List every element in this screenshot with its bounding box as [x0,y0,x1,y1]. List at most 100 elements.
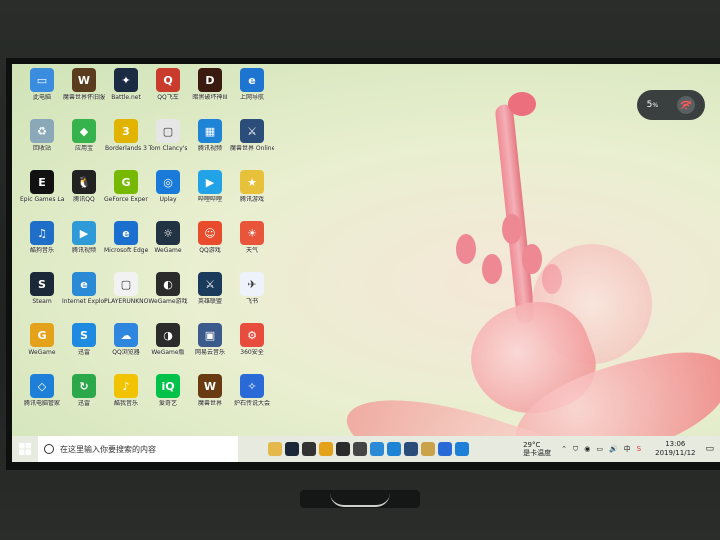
desktop-icon-label: 魔兽世界怀旧服 [62,94,105,101]
desktop-icon[interactable]: Q QQ飞车 [146,68,190,118]
tray-app-icon[interactable]: ◉ [584,445,590,453]
widget-unit: % [652,102,659,109]
desktop-icon[interactable]: ☁ QQ浏览器 [104,323,148,373]
desktop-icon[interactable]: S 迅雷 [62,323,106,373]
desktop-icon-label: Tom Clancy's [148,145,188,152]
desktop-icon[interactable]: ◆ 应用宝 [62,119,106,169]
ime-app-icon[interactable]: S [637,445,641,453]
desktop-icon[interactable]: e Microsoft Edge [104,221,148,271]
steam-icon[interactable] [285,442,299,456]
browser-icon[interactable] [387,442,401,456]
clock[interactable]: 13:06 2019/11/12 [655,440,695,458]
desktop-icon-label: 网易云音乐 [194,349,225,356]
windows-start-button[interactable] [12,436,38,462]
desktop-icon[interactable]: ★ 腾讯游戏 [230,170,274,220]
desktop-icon[interactable]: ☀ 天气 [230,221,274,271]
app-icon: ☺ [198,221,222,245]
desktop-icon[interactable]: iQ 爱奇艺 [146,374,190,424]
desktop-icon[interactable]: W 魔兽世界怀旧服 [62,68,106,118]
rog-logo-icon [330,493,390,507]
desktop-icon[interactable]: ▶ 哔哩哔哩 [188,170,232,220]
desktop-icon[interactable]: ☺ QQ游戏 [188,221,232,271]
desktop-icon[interactable]: ▢ PLAYERUNKNOWN'S BATTLEGROUNDS [104,272,148,322]
app-icon: ↻ [72,374,96,398]
app-icon: ◎ [156,170,180,194]
app-icon: ⚔ [198,272,222,296]
desktop-icon-label: 应用宝 [74,145,93,152]
app-icon: ⚔ [240,119,264,143]
desktop-icon[interactable]: e 上网导航 [230,68,274,118]
app-icon: e [114,221,138,245]
desktop-icon[interactable]: ▭ 此电脑 [20,68,64,118]
game-icon[interactable] [404,442,418,456]
desktop-icon[interactable]: ✦ Battle.net [104,68,148,118]
weather-desc: 是卡温度 [523,449,552,457]
taskbar-search-box[interactable]: 在这里输入你要搜索的内容 [38,436,238,462]
desktop-icon-label: 炉石传说大会 [233,400,270,407]
desktop-icon[interactable]: ▣ 网易云音乐 [188,323,232,373]
network-icon[interactable]: ▭ [596,445,603,453]
desktop-icon[interactable]: ♫ 酷狗音乐 [20,221,64,271]
desktop-icon[interactable]: ▢ Tom Clancy's [146,119,190,169]
desktop-icon[interactable]: 🐧 腾讯QQ [62,170,106,220]
desktop-icon-label: 哔哩哔哩 [197,196,222,203]
wallpaper-stamen [456,234,476,264]
desktop-icon[interactable]: ◇ 腾讯电脑管家 [20,374,64,424]
desktop-icon[interactable]: W 魔兽世界 [188,374,232,424]
desktop-icon[interactable]: ◎ Uplay [146,170,190,220]
desktop-icon-label: WeGame游戏 [148,298,188,305]
desktop-icon-label: Borderlands 3 [105,145,147,152]
desktop-icon[interactable]: ⚔ 魔兽世界 Online [230,119,274,169]
desktop-icon[interactable]: ⚙ 360安全 [230,323,274,373]
desktop-icon[interactable]: ♪ 酷我音乐 [104,374,148,424]
desktop-icon-label: QQ浏览器 [112,349,140,356]
desktop-icon[interactable]: D 暗黑破坏神III [188,68,232,118]
shield-icon[interactable]: ⛉ [573,445,578,454]
desktop-icon[interactable]: G GeForce Experience [104,170,148,220]
desktop-icon[interactable]: ▦ 腾讯视频 [188,119,232,169]
desktop-icon[interactable]: S Steam [20,272,64,322]
app-icon: G [114,170,138,194]
game-icon[interactable] [438,442,452,456]
browser-icon[interactable] [455,442,469,456]
desktop-icon[interactable]: ↻ 迅雷 [62,374,106,424]
desktop-icon[interactable]: E Epic Games Launcher [20,170,64,220]
desktop-icon[interactable]: 3 Borderlands 3 [104,119,148,169]
app-icon: D [198,68,222,92]
desktop-icon[interactable]: ☼ WeGame [146,221,190,271]
desktop-icon[interactable]: ✈ 飞书 [230,272,274,322]
tray-arrow-icon[interactable]: ⌃ [561,445,567,453]
wifi-off-icon[interactable] [677,96,696,114]
desktop-icon[interactable]: ✧ 炉石传说大会 [230,374,274,424]
desktop-icon[interactable]: ◑ WeGame版 [146,323,190,373]
desktop-icon-label: 回收站 [32,145,51,152]
desktop-icon[interactable]: G WeGame [20,323,64,373]
desktop-icon[interactable]: ◐ WeGame游戏 [146,272,190,322]
network-speed-widget[interactable]: 5% [637,90,705,120]
app-icon: e [240,68,264,92]
desktop-icon-label: 腾讯视频 [71,247,96,254]
app-icon[interactable] [336,442,350,456]
desktop-icon[interactable]: ⚔ 英雄联盟 [188,272,232,322]
volume-icon[interactable]: 🔊 [609,445,618,453]
ime-indicator[interactable]: 中 [624,444,631,454]
file-explorer-icon[interactable] [268,442,282,456]
app-icon: ▢ [114,272,138,296]
taskbar-pinned-apps [268,442,469,456]
notification-icon[interactable]: ▭ [705,444,714,454]
app-icon: ✈ [240,272,264,296]
app-icon: ⚙ [240,323,264,347]
desktop-icon[interactable]: e Internet Explorer [62,272,106,322]
battlenet-icon[interactable] [302,442,316,456]
game-icon[interactable] [421,442,435,456]
wegame-icon[interactable] [319,442,333,456]
search-placeholder: 在这里输入你要搜索的内容 [60,444,156,454]
desktop-icon[interactable]: ♻ 回收站 [20,119,64,169]
weather-widget[interactable]: 29°C 是卡温度 [523,441,551,457]
desktop-icon[interactable]: ▶ 腾讯视频 [62,221,106,271]
desktop-icon-label: QQ游戏 [199,247,221,254]
app-icon: ▶ [72,221,96,245]
app-icon[interactable] [353,442,367,456]
uplay-icon[interactable] [370,442,384,456]
desktop-icon-label: 英雄联盟 [197,298,222,305]
